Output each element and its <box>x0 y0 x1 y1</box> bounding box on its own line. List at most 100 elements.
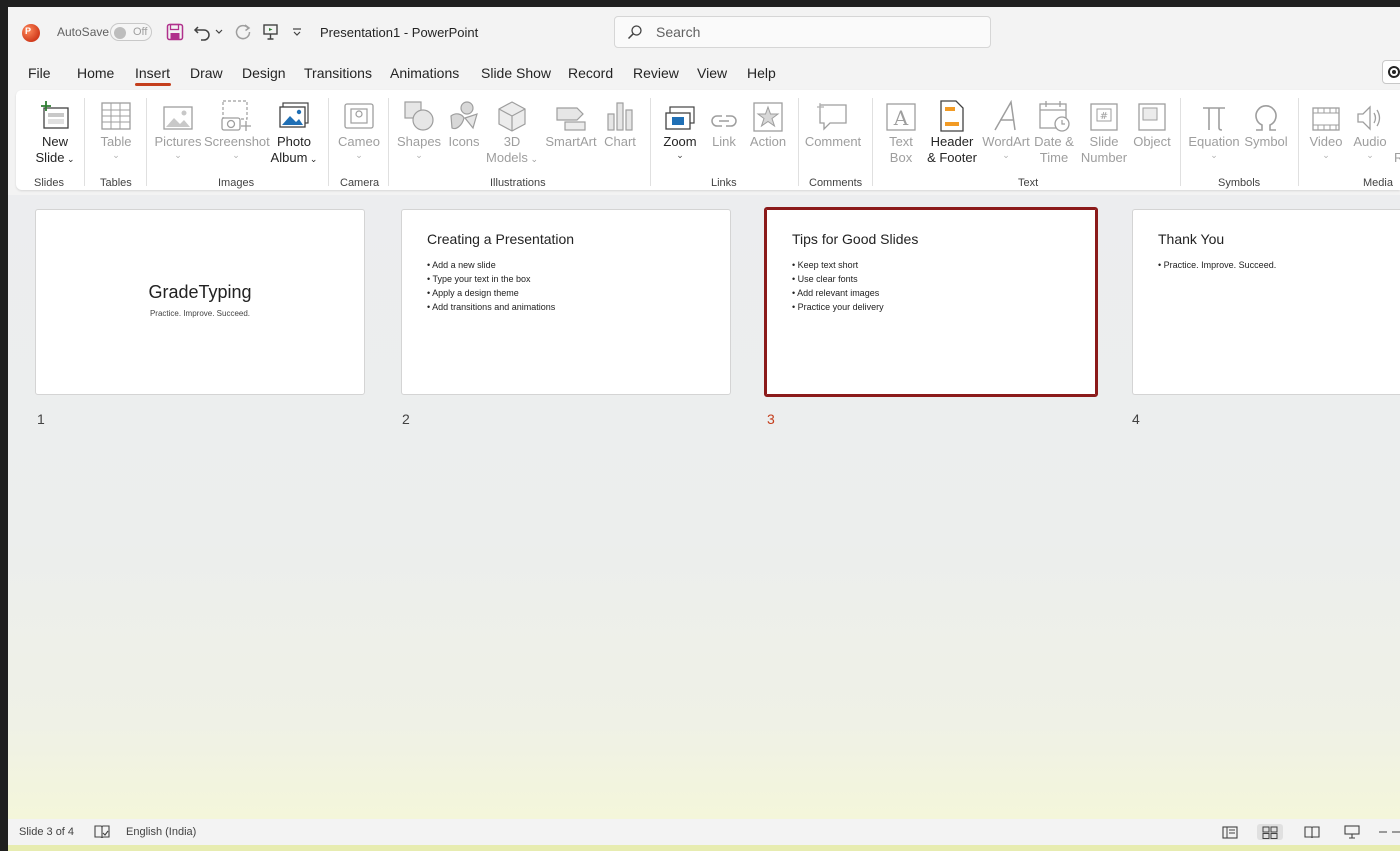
record-button[interactable] <box>1382 60 1400 84</box>
screen-recording-label <box>1395 134 1399 149</box>
status-bar: Slide 3 of 4 English (India) <box>8 819 1400 845</box>
group-separator <box>872 98 873 186</box>
text-box-label-1: Text <box>889 134 913 149</box>
smartart-icon <box>556 107 586 131</box>
search-placeholder: Search <box>656 24 701 40</box>
tab-insert[interactable]: Insert <box>135 65 170 81</box>
tab-draw[interactable]: Draw <box>190 65 223 81</box>
group-label-symbols: Symbols <box>1218 177 1261 189</box>
symbol-icon <box>1255 105 1277 131</box>
photo-album-button[interactable]: Photo Album ⌄ <box>268 94 320 167</box>
slide-thumbnail-1[interactable]: GradeTyping Practice. Improve. Succeed. <box>35 209 365 395</box>
new-slide-icon <box>41 101 69 129</box>
action-button[interactable]: Action <box>746 94 790 150</box>
zoom-button[interactable]: Zoom ⌄ <box>658 94 702 160</box>
search-box[interactable]: Search <box>614 16 991 48</box>
slide-bullets: • Keep text short • Use clear fonts • Ad… <box>792 258 884 314</box>
table-label: Table <box>100 134 132 149</box>
accessibility-check-icon[interactable] <box>93 824 111 840</box>
autosave-toggle[interactable]: Off <box>110 23 152 41</box>
photo-album-label-1: Photo <box>277 134 311 149</box>
tab-review[interactable]: Review <box>633 65 679 81</box>
object-button[interactable]: Object <box>1130 94 1174 150</box>
cameo-button[interactable]: Cameo ⌄ <box>334 94 384 160</box>
tab-help[interactable]: Help <box>747 65 776 81</box>
svg-text:#: # <box>1100 111 1108 122</box>
tab-transitions[interactable]: Transitions <box>304 65 372 81</box>
save-icon[interactable] <box>164 21 186 43</box>
audio-button[interactable]: Audio ⌄ <box>1348 94 1392 160</box>
slide-number: 2 <box>402 411 410 427</box>
slide-thumbnail-3[interactable]: Tips for Good Slides • Keep text short •… <box>764 207 1098 397</box>
group-separator <box>798 98 799 186</box>
group-separator <box>1298 98 1299 186</box>
tab-record[interactable]: Record <box>568 65 613 81</box>
slide-number-button[interactable]: # Slide Number <box>1076 94 1132 166</box>
undo-icon[interactable] <box>192 21 214 43</box>
action-label: Action <box>749 134 787 149</box>
slide-show-view-icon[interactable] <box>1343 824 1361 840</box>
shapes-button[interactable]: Shapes ⌄ <box>394 94 444 160</box>
tab-slide-show[interactable]: Slide Show <box>481 65 551 81</box>
3d-models-button[interactable]: 3D Models ⌄ <box>486 94 538 167</box>
comment-icon <box>817 103 847 131</box>
pictures-button[interactable]: Pictures ⌄ <box>150 94 206 160</box>
text-box-button[interactable]: A Text Box <box>878 94 924 166</box>
present-from-beginning-icon[interactable] <box>260 21 282 43</box>
slide-sorter-view-icon[interactable] <box>1257 824 1283 840</box>
tab-view[interactable]: View <box>697 65 727 81</box>
zoom-icon <box>665 106 695 130</box>
object-icon <box>1138 103 1166 131</box>
zoom-out-icon[interactable] <box>1378 824 1400 840</box>
undo-dropdown-icon[interactable] <box>212 21 226 43</box>
slide-thumbnail-4[interactable]: Thank You • Practice. Improve. Succeed. <box>1132 209 1400 395</box>
text-box-label-2: Box <box>889 150 913 165</box>
photo-album-icon <box>279 102 309 128</box>
redo-icon[interactable] <box>232 21 254 43</box>
slide-title: Thank You <box>1158 231 1225 247</box>
language-status[interactable]: English (India) <box>126 826 196 838</box>
smartart-button[interactable]: SmartArt <box>542 94 600 150</box>
bullet-item: • Apply a design theme <box>427 288 519 298</box>
bullet-item: • Use clear fonts <box>792 274 858 284</box>
tab-home[interactable]: Home <box>77 65 114 81</box>
chart-button[interactable]: Chart <box>600 94 640 150</box>
cameo-label: Cameo <box>338 134 380 149</box>
svg-text:A: A <box>893 106 909 130</box>
group-label-images: Images <box>218 177 255 189</box>
3d-models-label-1: 3D <box>503 134 521 149</box>
icons-button[interactable]: Icons <box>444 94 484 150</box>
group-separator <box>650 98 651 186</box>
tab-animations[interactable]: Animations <box>390 65 459 81</box>
screenshot-button[interactable]: Screenshot ⌄ <box>204 94 270 160</box>
tab-file[interactable]: File <box>28 65 51 81</box>
audio-label: Audio <box>1353 134 1387 149</box>
table-button[interactable]: Table ⌄ <box>92 94 140 160</box>
date-time-button[interactable]: Date & Time <box>1032 94 1076 166</box>
comment-label: Comment <box>804 134 862 149</box>
header-footer-button[interactable]: Header & Footer <box>924 94 980 166</box>
equation-button[interactable]: Equation ⌄ <box>1186 94 1242 160</box>
3d-models-label-2: Models <box>486 150 528 165</box>
normal-view-icon[interactable] <box>1221 824 1239 840</box>
wordart-button[interactable]: WordArt ⌄ <box>980 94 1032 160</box>
tab-design[interactable]: Design <box>242 65 286 81</box>
video-icon <box>1312 107 1340 131</box>
video-button[interactable]: Video ⌄ <box>1304 94 1348 160</box>
reading-view-icon[interactable] <box>1303 824 1321 840</box>
slide-thumbnail-2[interactable]: Creating a Presentation • Add a new slid… <box>401 209 731 395</box>
slide-title: GradeTyping <box>148 282 252 302</box>
screen-recording-button[interactable]: Re <box>1394 94 1400 166</box>
link-button[interactable]: Link <box>704 94 744 150</box>
3d-models-icon <box>498 101 526 132</box>
new-slide-button[interactable]: New Slide ⌄ <box>30 94 80 167</box>
symbol-button[interactable]: Symbol <box>1240 94 1292 150</box>
toggle-knob <box>114 27 126 39</box>
comment-button[interactable]: Comment <box>802 94 864 150</box>
customize-toolbar-icon[interactable] <box>289 21 305 43</box>
slide-number: 1 <box>37 411 45 427</box>
photo-album-label-2: Album <box>270 150 308 165</box>
window-left-edge <box>0 0 8 851</box>
group-label-text: Text <box>1018 177 1039 189</box>
action-icon <box>753 102 783 132</box>
